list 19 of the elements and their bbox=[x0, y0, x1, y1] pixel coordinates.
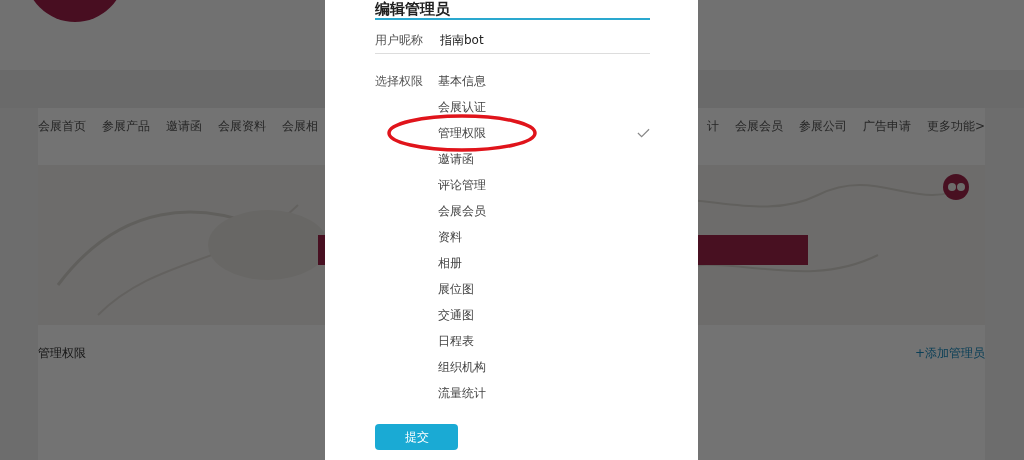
dialog-title: 编辑管理员 bbox=[375, 0, 650, 20]
permission-option[interactable]: 评论管理 bbox=[438, 172, 650, 198]
permission-option[interactable]: 流量统计 bbox=[438, 380, 650, 406]
permission-option[interactable]: 资料 bbox=[438, 224, 650, 250]
field-label: 用户昵称 bbox=[375, 31, 423, 49]
section-title: 管理权限 bbox=[38, 345, 86, 362]
permission-option[interactable]: 基本信息 bbox=[438, 68, 650, 94]
field-label: 选择权限 bbox=[375, 73, 424, 90]
permission-option[interactable]: 会展认证 bbox=[438, 94, 650, 120]
permission-option[interactable]: 管理权限 bbox=[438, 120, 650, 146]
nickname-value: 指南bot bbox=[440, 31, 484, 49]
checkmark-icon bbox=[637, 128, 650, 138]
permission-option[interactable]: 组织机构 bbox=[438, 354, 650, 380]
permission-option[interactable]: 相册 bbox=[438, 250, 650, 276]
permission-option[interactable]: 邀请函 bbox=[438, 146, 650, 172]
permission-option[interactable]: 日程表 bbox=[438, 328, 650, 354]
permission-option[interactable]: 交通图 bbox=[438, 302, 650, 328]
permission-option[interactable]: 展位图 bbox=[438, 276, 650, 302]
permission-option[interactable]: 会展会员 bbox=[438, 198, 650, 224]
